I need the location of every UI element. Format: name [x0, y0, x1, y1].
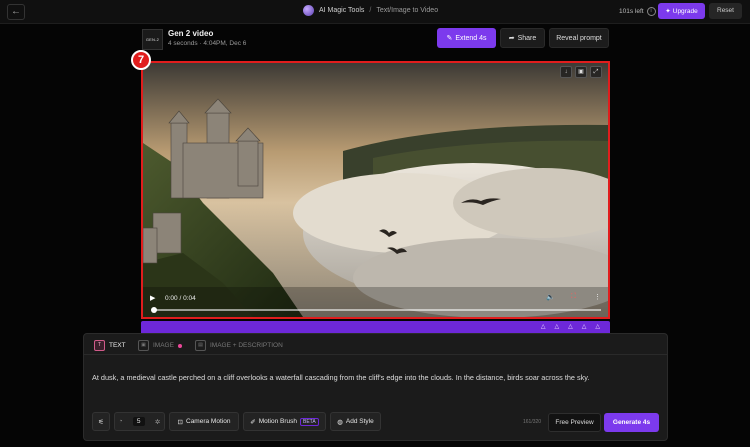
generation-meta: 4 seconds · 4:04PM, Dec 6 [168, 40, 247, 47]
settings-button[interactable]: ⚟ [92, 412, 110, 431]
seed-settings-icon[interactable]: ✲ [155, 418, 160, 426]
image-description-icon: ▤ [195, 340, 206, 351]
sliders-icon: ⚟ [98, 418, 104, 426]
share-icon: ➦ [508, 35, 515, 42]
seed-control: ◔ 5 ✲ [114, 412, 165, 431]
reset-button[interactable]: Reset [709, 3, 742, 19]
pencil-icon: ✎ [446, 35, 453, 42]
camera-icon: ⊡ [177, 418, 183, 426]
text-icon: T [94, 340, 105, 351]
favorite-icon[interactable]: △ [568, 323, 573, 330]
tab-image-description-label: IMAGE + DESCRIPTION [210, 342, 283, 349]
back-button[interactable]: ← [7, 4, 25, 20]
sparkle-icon: ✦ [665, 8, 671, 15]
video-controls: ▶ 0:00 / 0:04 🔈 ⛶ ⋮ [143, 287, 608, 317]
seek-bar[interactable] [151, 307, 601, 313]
video-player[interactable]: ↓ ▣ ⤢ ▶ 0:00 / 0:04 🔈 ⛶ ⋮ [141, 61, 610, 319]
upgrade-button[interactable]: ✦ Upgrade [658, 3, 705, 19]
brush-icon: ✐ [250, 418, 256, 426]
prompt-textarea[interactable]: At dusk, a medieval castle perched on a … [92, 373, 589, 382]
seek-handle[interactable] [151, 307, 157, 313]
camera-motion-button[interactable]: ⊡ Camera Motion [169, 412, 239, 431]
tab-text-label: TEXT [109, 342, 126, 349]
app-logo-icon [303, 5, 314, 16]
breadcrumb-app[interactable]: AI Magic Tools [319, 7, 364, 14]
video-rating-strip: △ △ △ △ △ [141, 321, 610, 333]
extend-label: Extend 4s [455, 34, 487, 42]
top-bar: ← AI Magic Tools / Text/Image to Video 1… [0, 0, 750, 24]
more-options-icon[interactable]: ⋮ [594, 293, 601, 301]
camera-motion-label: Camera Motion [186, 418, 231, 425]
strip-icon-group: △ △ △ △ △ [541, 323, 600, 330]
download-icon[interactable]: ↓ [560, 66, 572, 78]
expand-icon[interactable]: ⤢ [590, 66, 602, 78]
beta-badge: BETA [300, 417, 319, 426]
tab-image[interactable]: ▣ IMAGE [138, 340, 182, 351]
credits-text: 101s left [619, 8, 644, 15]
motion-brush-label: Motion Brush [258, 418, 298, 425]
free-preview-button[interactable]: Free Preview [548, 413, 601, 432]
extend-button[interactable]: ✎ Extend 4s [437, 28, 496, 48]
input-mode-tabs: T TEXT ▣ IMAGE ▤ IMAGE + DESCRIPTION [84, 334, 667, 355]
step-badge: 7 [131, 50, 151, 70]
flag-icon[interactable]: △ [582, 323, 587, 330]
palette-icon: ◍ [337, 418, 343, 426]
tab-text[interactable]: T TEXT [94, 340, 126, 351]
fullscreen-icon[interactable]: ⛶ [571, 293, 576, 301]
motion-brush-button[interactable]: ✐ Motion Brush BETA [243, 412, 326, 431]
pin-icon[interactable]: ▣ [575, 66, 587, 78]
video-frame-image [143, 63, 608, 317]
share-button[interactable]: ➦ Share [500, 28, 545, 48]
generate-button[interactable]: Generate 4s [604, 413, 659, 432]
reveal-prompt-button[interactable]: Reveal prompt [549, 28, 609, 48]
breadcrumb-separator: / [369, 7, 372, 14]
thumb-down-icon[interactable]: △ [555, 323, 560, 330]
share-label: Share [517, 34, 537, 42]
gauge-icon: ◔ [118, 418, 123, 425]
new-indicator-dot [177, 343, 182, 348]
tab-image-description[interactable]: ▤ IMAGE + DESCRIPTION [195, 340, 283, 351]
seed-value[interactable]: 5 [132, 417, 145, 426]
thumb-up-icon[interactable]: △ [541, 323, 546, 330]
breadcrumb: AI Magic Tools / Text/Image to Video [303, 5, 438, 16]
add-style-button[interactable]: ◍ Add Style [330, 412, 381, 431]
upgrade-label: Upgrade [672, 7, 698, 15]
credits-remaining: 101s left i [619, 7, 656, 16]
arrow-left-icon: ← [11, 6, 21, 17]
play-icon[interactable]: ▶ [150, 294, 155, 302]
character-count: 161/320 [523, 419, 542, 425]
generation-thumbnail: GEN-2 [142, 29, 163, 50]
volume-icon[interactable]: 🔈 [546, 293, 555, 301]
video-tool-group: ↓ ▣ ⤢ [560, 66, 602, 78]
generation-title: Gen 2 video [168, 29, 214, 38]
image-icon: ▣ [138, 340, 149, 351]
video-time: 0:00 / 0:04 [165, 295, 196, 302]
info-icon[interactable]: i [646, 7, 656, 16]
add-style-label: Add Style [345, 418, 374, 425]
delete-icon[interactable]: △ [595, 323, 600, 330]
tab-image-label: IMAGE [153, 342, 174, 349]
breadcrumb-current: Text/Image to Video [376, 7, 439, 14]
